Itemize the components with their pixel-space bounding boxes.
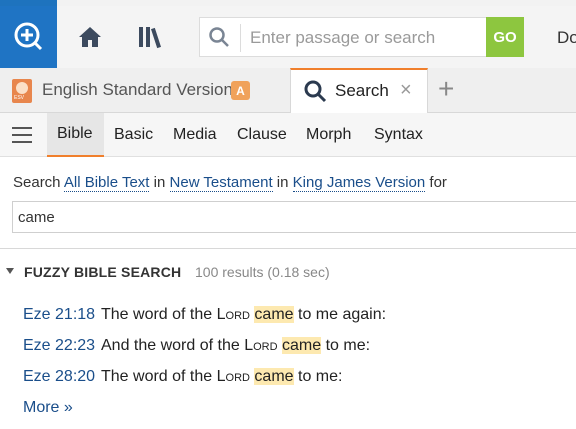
subtab-clause[interactable]: Clause (237, 113, 287, 157)
more-results-link[interactable]: More » (23, 399, 73, 417)
tab-bar: ESV English Standard Version A Search × … (0, 68, 576, 114)
passage-search-box[interactable]: Enter passage or search (199, 17, 523, 57)
search-spec: Search All Bible Text in New Testament i… (13, 174, 447, 192)
link-set-badge[interactable]: A (231, 81, 250, 100)
search-icon (209, 27, 229, 47)
logos-logo-icon (14, 22, 42, 51)
add-tab-button[interactable]: + (438, 74, 454, 104)
home-icon (79, 27, 101, 47)
results-heading: FUZZY BIBLE SEARCH (24, 264, 182, 280)
search-kind-nav: Bible Basic Media Clause Morph Syntax (0, 113, 576, 157)
verse-text: And the word of the Lord came to me: (101, 337, 371, 354)
range-link[interactable]: New Testament (169, 174, 273, 192)
version-link[interactable]: King James Version (292, 174, 426, 192)
subtab-media[interactable]: Media (173, 113, 217, 157)
search-hit: came (254, 368, 294, 385)
subtab-basic[interactable]: Basic (114, 113, 153, 157)
spec-text: in (276, 174, 289, 191)
passage-search-input[interactable]: Enter passage or search (250, 28, 435, 48)
verse-text: The word of the Lord came to me again: (101, 306, 387, 323)
tab-search[interactable]: Search × (290, 68, 428, 114)
toolbar-overflow-label[interactable]: Do (557, 28, 576, 48)
verse-reference-link[interactable]: Eze 22:23 (23, 337, 95, 354)
menu-icon[interactable] (12, 127, 32, 143)
search-hit: came (282, 337, 322, 354)
verse-reference-link[interactable]: Eze 28:20 (23, 368, 95, 385)
spec-text: in (153, 174, 166, 191)
home-button[interactable] (70, 21, 110, 53)
scope-link[interactable]: All Bible Text (63, 174, 150, 192)
divider (0, 248, 576, 249)
logos-app-button[interactable] (0, 6, 57, 68)
app-bar: Enter passage or search GO Do (0, 6, 576, 68)
close-tab-icon[interactable]: × (400, 79, 412, 102)
verse-text: The word of the Lord came to me: (101, 368, 343, 385)
subtab-bible[interactable]: Bible (47, 113, 104, 157)
book-cover-icon: ESV (12, 79, 32, 103)
tab-title: Search (335, 81, 389, 100)
result-row: Eze 21:18 The word of the Lord came to m… (23, 306, 386, 328)
verse-reference-link[interactable]: Eze 21:18 (23, 306, 95, 323)
tab-english-standard-version[interactable]: ESV English Standard Version A (0, 68, 290, 113)
library-icon (139, 27, 161, 49)
query-input[interactable]: came (12, 201, 576, 233)
collapse-triangle-icon[interactable] (6, 268, 14, 274)
result-row: Eze 28:20 The word of the Lord came to m… (23, 368, 342, 390)
search-hit: came (254, 306, 294, 323)
spec-text: Search (13, 174, 61, 191)
search-divider (240, 24, 241, 52)
tab-title: English Standard Version (42, 80, 233, 99)
spec-text: for (429, 174, 447, 191)
query-value: came (18, 209, 55, 226)
subtab-syntax[interactable]: Syntax (374, 113, 423, 157)
result-row: Eze 22:23 And the word of the Lord came … (23, 337, 370, 359)
search-tab-icon (304, 80, 327, 103)
subtab-morph[interactable]: Morph (306, 113, 351, 157)
results-count: 100 results (0.18 sec) (195, 264, 330, 280)
library-button[interactable] (130, 21, 174, 53)
go-button[interactable]: GO (486, 17, 524, 57)
